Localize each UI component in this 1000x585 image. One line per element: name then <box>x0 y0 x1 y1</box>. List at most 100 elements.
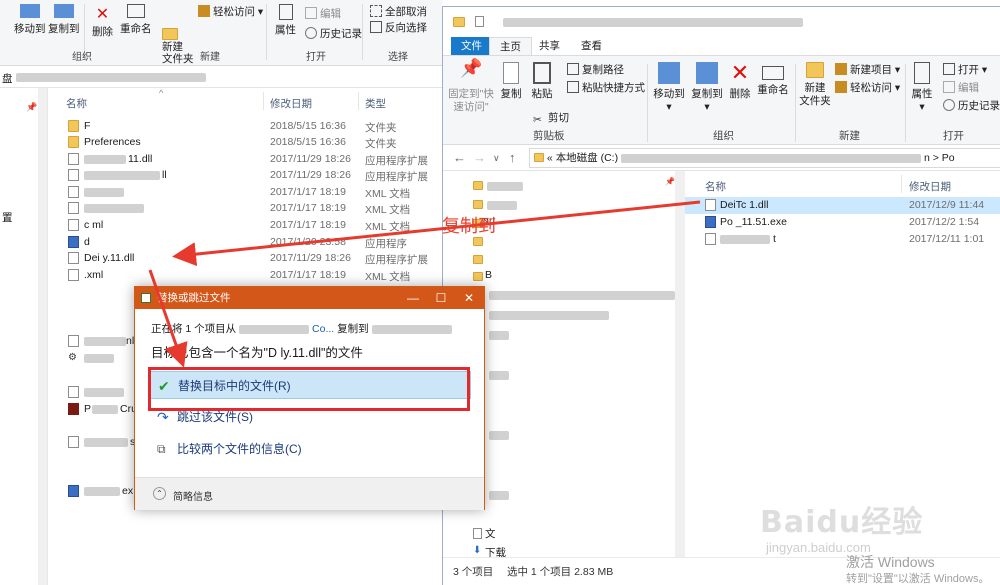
ribbon-tabs: 文件 主页 共享 查看 <box>443 37 1000 55</box>
move-to-button[interactable]: 移动到 <box>14 4 46 36</box>
right-title-bar <box>443 7 1000 37</box>
file-icon <box>68 386 79 398</box>
xml-file-icon <box>68 186 79 198</box>
copy-button[interactable]: 复制 <box>499 62 523 101</box>
history-button[interactable]: 历史记录 <box>305 26 362 41</box>
tab-file[interactable]: 文件 <box>451 37 492 55</box>
new-folder-button[interactable]: 新建 文件夹 <box>799 62 831 108</box>
dll-file-icon <box>68 153 79 165</box>
rename-icon <box>762 66 784 80</box>
easy-access-button[interactable]: 轻松访问 ▾ <box>198 4 263 19</box>
tab-view[interactable]: 查看 <box>571 37 612 55</box>
col-date[interactable]: 修改日期 <box>270 96 312 111</box>
col-date[interactable]: 修改日期 <box>909 179 951 194</box>
table-row[interactable]: d 2017/1/20 23:58 应用程序 <box>56 234 442 250</box>
edit-button[interactable]: 编辑 <box>305 6 341 21</box>
edit-button[interactable]: 编辑 <box>943 80 979 95</box>
properties-icon <box>278 4 293 20</box>
table-row[interactable]: Preferences 2018/5/15 16:36 文件夹 <box>56 134 442 150</box>
file-icon <box>68 335 79 347</box>
dialog-copy-info: 正在将 1 个项目从 Co... 复制到 <box>151 321 452 336</box>
up-icon[interactable]: ↑ <box>509 150 516 165</box>
nav-item[interactable]: B <box>485 269 492 281</box>
folder-icon <box>68 120 79 132</box>
nav-item-documents[interactable]: 文 <box>485 526 496 541</box>
copy-to-button[interactable]: 复制到 <box>48 4 80 36</box>
address-input[interactable]: « 本地磁盘 (C:) n > Po <box>529 148 1000 168</box>
delete-button[interactable]: ✕ 删除 <box>729 62 751 101</box>
activate-windows-title: 激活 Windows <box>846 554 935 570</box>
copy-path-button[interactable]: 复制路径 <box>567 62 624 77</box>
documents-icon <box>473 528 482 539</box>
dialog-title-bar: 替换或跳过文件 — ☐ ✕ <box>135 287 484 309</box>
table-row[interactable]: .xml 2017/1/17 18:19 XML 文档 <box>56 267 442 283</box>
download-icon: ⬇ <box>473 545 482 556</box>
rename-icon <box>126 4 145 18</box>
folder-icon <box>162 28 178 40</box>
table-row[interactable]: c ml 2017/1/17 18:19 XML 文档 <box>56 217 442 233</box>
right-ribbon: 📌 固定到"快 速访问" 复制 粘贴 复制路径 粘贴快捷方式 ✂ 剪切 剪贴板 移动… <box>443 55 1000 145</box>
history-button[interactable]: 历史记录 <box>943 98 1000 113</box>
move-to-button[interactable]: 移动到 ▾ <box>651 62 687 114</box>
folder-icon <box>453 17 465 27</box>
move-icon <box>658 62 680 84</box>
paste-button[interactable]: 粘贴 <box>529 62 555 101</box>
exe-file-icon <box>705 216 716 228</box>
file-icon <box>68 436 79 448</box>
file-row-selected[interactable]: DeiTc 1.dll 2017/12/9 11:44 <box>685 197 1000 214</box>
col-type[interactable]: 类型 <box>365 96 386 111</box>
left-nav-scrollbar[interactable] <box>38 88 47 585</box>
left-address-bar[interactable]: 盘 <box>0 66 442 88</box>
app-icon <box>68 403 79 415</box>
file-row[interactable]: Po _11.51.exe 2017/12/2 1:54 <box>685 214 1000 231</box>
table-row[interactable]: 2017/1/17 18:19 XML 文档 <box>56 184 442 200</box>
table-row[interactable]: ll 2017/11/29 18:26 应用程序扩展 <box>56 167 442 183</box>
properties-button[interactable]: 属性 ▾ <box>909 62 935 114</box>
collapse-chevron-icon[interactable]: ⌃ <box>153 487 166 500</box>
fewer-details-link[interactable]: 简略信息 <box>173 488 213 503</box>
compare-files-option[interactable]: ⧉ 比较两个文件的信息(C) <box>149 435 471 463</box>
paste-icon <box>533 62 551 84</box>
delete-button[interactable]: ✕ 删除 <box>92 4 113 39</box>
recent-chevron-icon[interactable]: ∨ <box>493 153 500 164</box>
copy-to-callout: 复制到 <box>442 216 496 237</box>
dll-file-icon <box>68 169 79 181</box>
col-name[interactable]: 名称 <box>705 179 726 194</box>
cut-button[interactable]: ✂ 剪切 <box>533 110 569 126</box>
table-row[interactable]: Dei y.11.dll 2017/11/29 18:26 应用程序扩展 <box>56 250 442 266</box>
easy-access-button[interactable]: 轻松访问 ▾ <box>835 80 900 95</box>
right-nav-scrollbar[interactable] <box>675 171 685 557</box>
col-name[interactable]: 名称 <box>66 96 87 111</box>
highlight-box <box>148 367 470 411</box>
invert-selection-button[interactable]: 反向选择 <box>370 20 427 35</box>
tab-home[interactable]: 主页 <box>489 37 532 55</box>
group-select-label: 选择 <box>388 52 408 63</box>
copy-to-icon <box>696 62 718 84</box>
nav-item-settings[interactable]: 置 <box>2 210 13 225</box>
rename-button[interactable]: 重命名 <box>120 4 152 36</box>
new-item-button[interactable]: 新建项目 ▾ <box>835 62 900 77</box>
open-button[interactable]: 打开 ▾ <box>943 62 987 77</box>
select-none-button[interactable]: 全部取消 <box>370 4 427 19</box>
minimize-icon[interactable]: — <box>399 287 427 309</box>
forward-icon[interactable]: → <box>473 150 486 165</box>
properties-quick-icon[interactable] <box>475 16 484 27</box>
table-row[interactable]: 11.dll 2017/11/29 18:26 应用程序扩展 <box>56 151 442 167</box>
pin-quick-access-button[interactable]: 📌 固定到"快 速访问" <box>447 59 495 114</box>
exe-file-icon <box>68 485 79 497</box>
copy-to-button[interactable]: 复制到 ▾ <box>689 62 725 114</box>
back-icon[interactable]: ← <box>453 150 466 165</box>
file-row[interactable]: t 2017/12/11 1:01 <box>685 231 1000 248</box>
rename-button[interactable]: 重命名 <box>757 62 789 97</box>
table-row[interactable]: F 2018/5/15 16:36 文件夹 <box>56 118 442 134</box>
script-icon: ⚙ <box>68 352 77 363</box>
close-icon[interactable]: ✕ <box>455 287 483 309</box>
group-open-label: 打开 <box>943 130 964 142</box>
maximize-icon[interactable]: ☐ <box>427 287 455 309</box>
paste-shortcut-button[interactable]: 粘贴快捷方式 <box>567 80 645 95</box>
dialog-app-icon <box>141 293 151 303</box>
properties-button[interactable]: 属性 <box>275 4 296 37</box>
tab-share[interactable]: 共享 <box>529 37 570 55</box>
table-row[interactable]: 2017/1/17 18:19 XML 文档 <box>56 200 442 216</box>
xml-file-icon <box>68 269 79 281</box>
